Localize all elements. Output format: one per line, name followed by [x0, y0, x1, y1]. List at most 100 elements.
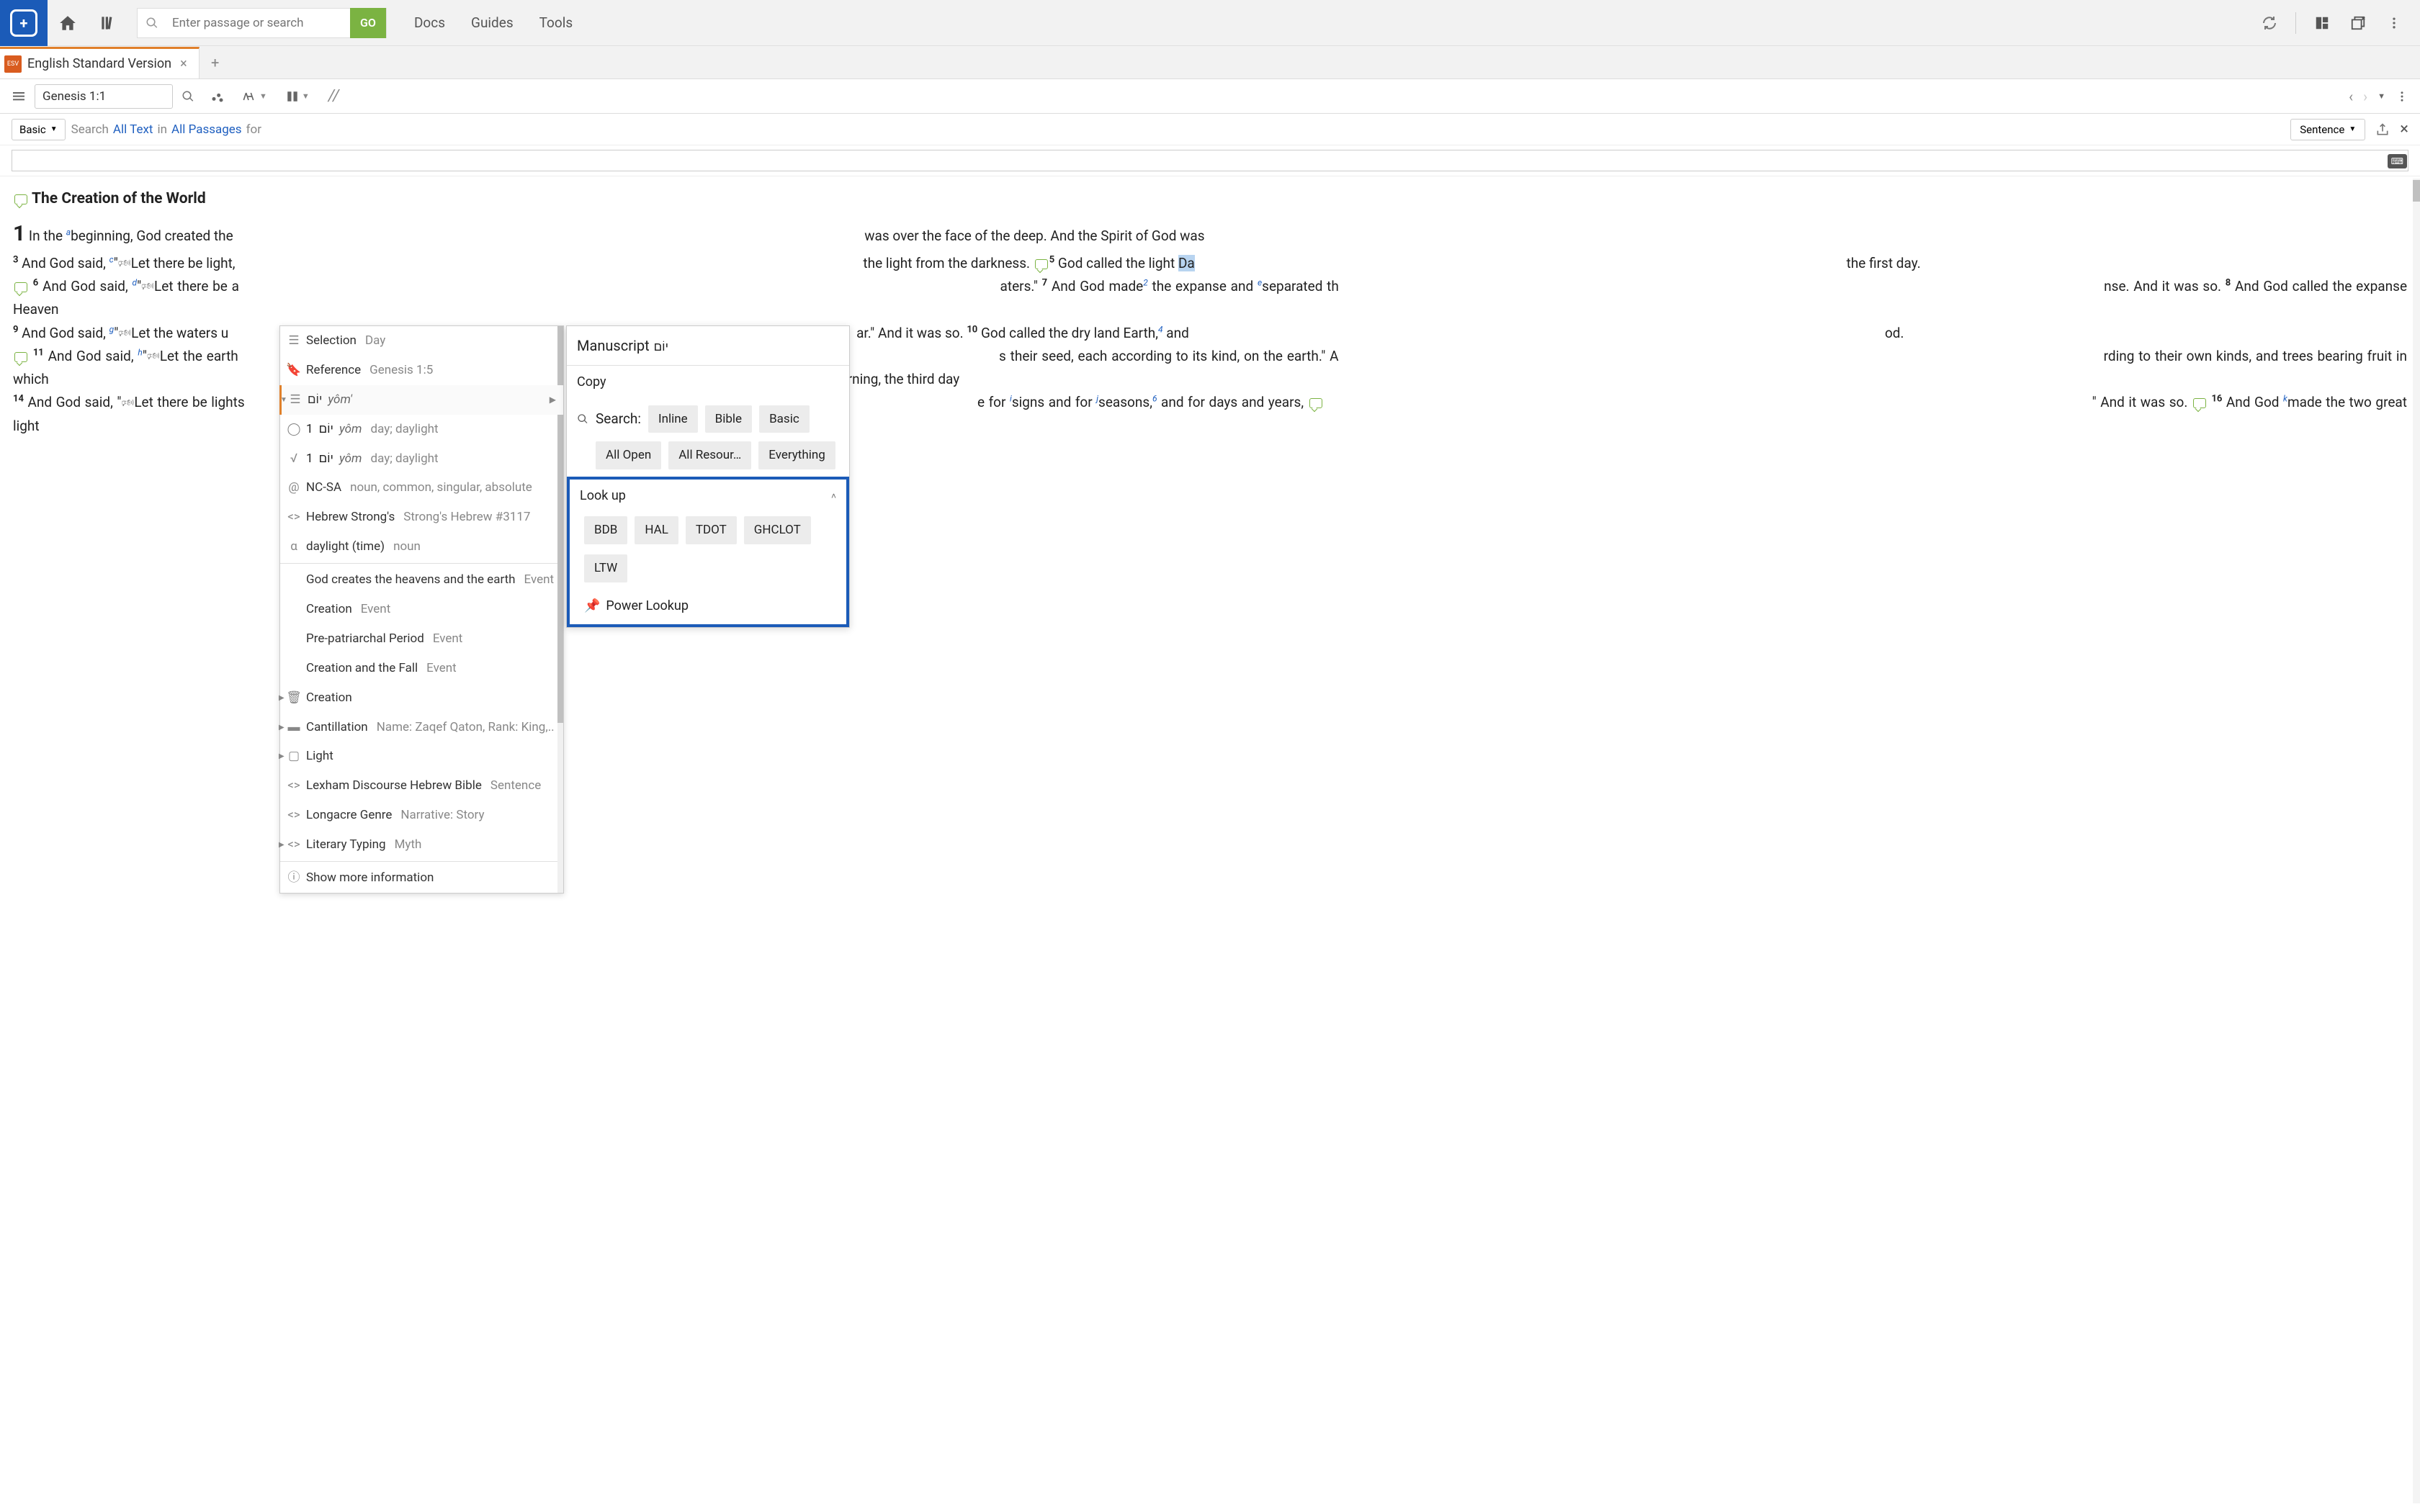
panel-menu-button[interactable]: [9, 88, 29, 105]
menu-guides[interactable]: Guides: [471, 14, 514, 31]
search-row: [0, 145, 2420, 176]
cm-morph[interactable]: @ NC-SA noun, common, singular, absolute: [280, 473, 563, 503]
app-logo[interactable]: +: [0, 0, 48, 46]
tab-add-button[interactable]: +: [200, 47, 231, 78]
root-icon: ◯: [287, 419, 300, 440]
chip-bdb[interactable]: BDB: [584, 516, 627, 544]
chip-all-open[interactable]: All Open: [596, 441, 661, 469]
more-button[interactable]: [2378, 7, 2410, 39]
cm-longacre[interactable]: <> Longacre Genre Narrative: Story: [280, 801, 563, 830]
close-filter-button[interactable]: ×: [2400, 120, 2408, 138]
cm-light[interactable]: ▶ ▢ Light: [280, 742, 563, 771]
chip-all-resources[interactable]: All Resour…: [668, 441, 751, 469]
root-icon: √: [287, 449, 300, 469]
cm-cantillation[interactable]: ▶ ▬ Cantillation Name: Zaqef Qaton, Rank…: [280, 713, 563, 742]
panel-search-button[interactable]: [179, 87, 197, 106]
tab-esv[interactable]: ESV English Standard Version ×: [0, 47, 200, 78]
nav-forward-button[interactable]: ›: [2360, 85, 2370, 108]
detach-button[interactable]: [2342, 7, 2374, 39]
nav-back-button[interactable]: ‹: [2346, 85, 2356, 108]
note-icon[interactable]: [1035, 259, 1048, 269]
menu-docs[interactable]: Docs: [414, 14, 445, 31]
more-icon: [2387, 16, 2401, 30]
panel-more-button[interactable]: [2393, 87, 2411, 106]
sync-icon: [2261, 14, 2278, 32]
cm-show-more[interactable]: ⓘ Show more information: [280, 863, 563, 893]
alpha-icon: α: [287, 536, 300, 557]
parallel-button[interactable]: //: [326, 84, 342, 108]
hamburger-icon: [12, 91, 26, 102]
note-icon[interactable]: [1309, 398, 1322, 408]
chip-bible[interactable]: Bible: [705, 405, 752, 433]
chip-ltw[interactable]: LTW: [584, 554, 627, 582]
share-button[interactable]: [2372, 120, 2393, 140]
interlinear-button[interactable]: ▼: [238, 86, 270, 107]
expand-icon: ▶: [279, 839, 284, 851]
basic-dropdown[interactable]: Basic▼: [12, 119, 66, 140]
search-container: GO: [137, 8, 387, 38]
cm-root1[interactable]: ◯ 1 יוֹם yôm day; daylight: [280, 415, 563, 444]
note-icon[interactable]: [14, 282, 27, 292]
cm-event1[interactable]: God creates the heavens and the earth Ev…: [280, 565, 563, 595]
nav-dropdown[interactable]: ▼: [2375, 89, 2388, 104]
note-icon[interactable]: [14, 194, 27, 204]
go-button[interactable]: GO: [350, 8, 386, 38]
filter-all-passages[interactable]: All Passages: [171, 122, 242, 137]
cm-lexham[interactable]: <> Lexham Discourse Hebrew Bible Sentenc…: [280, 771, 563, 801]
columns-button[interactable]: ▼: [283, 87, 313, 106]
home-icon: [58, 14, 77, 32]
chip-inline[interactable]: Inline: [648, 405, 698, 433]
top-right-controls: [2254, 7, 2420, 39]
columns-icon: [286, 90, 299, 103]
note-icon[interactable]: [14, 352, 27, 362]
search-icon: [577, 413, 588, 425]
menu-tools[interactable]: Tools: [539, 14, 573, 31]
power-lookup[interactable]: 📌 Power Lookup: [570, 590, 846, 625]
sync-button[interactable]: [2254, 7, 2285, 39]
content-scrollbar[interactable]: [2413, 179, 2420, 1503]
chip-basic[interactable]: Basic: [759, 405, 810, 433]
chip-hal[interactable]: HAL: [635, 516, 678, 544]
library-button[interactable]: [88, 0, 128, 46]
cm-reference[interactable]: 🔖 Reference Genesis 1:5: [280, 356, 563, 385]
tab-bar: ESV English Standard Version × +: [0, 46, 2420, 79]
search-field[interactable]: [12, 150, 2408, 171]
panel-header: Manuscript יוֹם: [567, 326, 849, 366]
chip-everything[interactable]: Everything: [758, 441, 835, 469]
lookup-header[interactable]: Look up ˄: [570, 480, 846, 513]
cm-sense[interactable]: α daylight (time) noun: [280, 532, 563, 562]
filter-breadcrumb: Search All Text in All Passages for: [71, 122, 261, 137]
more-icon: [2396, 90, 2408, 103]
cm-event4[interactable]: Creation and the Fall Event: [280, 654, 563, 683]
visual-filter-button[interactable]: [207, 86, 228, 107]
tag-icon: ▬: [287, 717, 300, 738]
home-button[interactable]: [48, 0, 88, 46]
top-menu: Docs Guides Tools: [414, 14, 573, 31]
note-icon[interactable]: [2193, 398, 2206, 408]
cm-literary[interactable]: ▶ <> Literary Typing Myth: [280, 830, 563, 860]
cm-strongs[interactable]: <> Hebrew Strong's Strong's Hebrew #3117: [280, 503, 563, 532]
search-chips-2: All Open All Resour… Everything: [567, 438, 849, 477]
keyboard-icon[interactable]: ⌨: [2388, 154, 2407, 168]
cm-creation[interactable]: ▶ 🗑 Creation: [280, 683, 563, 713]
dots-icon: [210, 89, 225, 104]
search-section: Search: Inline Bible Basic: [567, 400, 849, 439]
reference-input[interactable]: [35, 84, 173, 109]
cm-root2[interactable]: √ 1 יוֹם yôm day; daylight: [280, 444, 563, 474]
layout-button[interactable]: [2306, 7, 2338, 39]
copy-action[interactable]: Copy: [567, 366, 849, 400]
tab-close-button[interactable]: ×: [177, 56, 190, 71]
search-input[interactable]: [166, 9, 350, 37]
filter-all-text[interactable]: All Text: [113, 122, 153, 137]
cm-event3[interactable]: Pre-patriarchal Period Event: [280, 624, 563, 654]
context-menu: ☰ Selection Day 🔖 Reference Genesis 1:5 …: [279, 325, 564, 894]
chip-ghclot[interactable]: GHCLOT: [744, 516, 811, 544]
sentence-dropdown[interactable]: Sentence▼: [2290, 119, 2365, 140]
cm-lemma[interactable]: ▼ ☰ יוֹם yôm' ▶: [279, 385, 563, 415]
tab-icon: ESV: [4, 55, 22, 73]
chip-tdot[interactable]: TDOT: [686, 516, 737, 544]
lookup-chips-2: LTW: [570, 552, 846, 590]
cm-selection[interactable]: ☰ Selection Day: [280, 326, 563, 356]
cm-event2[interactable]: Creation Event: [280, 595, 563, 624]
code-icon: <>: [287, 834, 300, 855]
